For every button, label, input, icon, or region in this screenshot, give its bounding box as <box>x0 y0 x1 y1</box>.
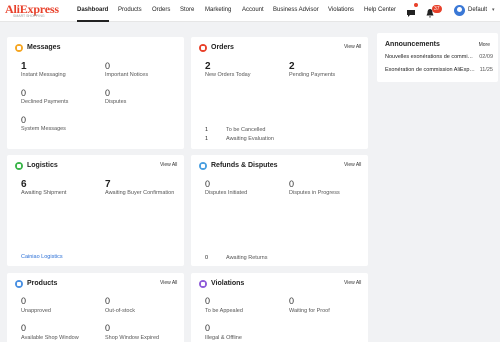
available-shop-window-count[interactable]: 0 <box>21 323 26 333</box>
messages-icon <box>15 44 23 52</box>
awaiting-buyer-confirmation-label: Awaiting Buyer Confirmation <box>105 190 175 196</box>
to-be-cancelled-count[interactable]: 1 <box>205 127 208 133</box>
violations-title: Violations <box>211 280 245 287</box>
logistics-view-all-link[interactable]: View All <box>160 162 177 168</box>
nav-products[interactable]: Products <box>118 7 142 13</box>
system-messages-label: System Messages <box>21 126 66 132</box>
awaiting-shipment-count[interactable]: 6 <box>21 179 27 190</box>
refunds-icon <box>199 162 207 170</box>
unapproved-label: Unapproved <box>21 308 51 314</box>
available-shop-window-label: Available Shop Window <box>21 335 79 341</box>
products-icon <box>15 280 23 288</box>
to-be-cancelled-label: To be Cancelled <box>226 127 266 133</box>
nav-help-center[interactable]: Help Center <box>364 7 396 13</box>
logistics-card: Logistics View All 6 Awaiting Shipment 7… <box>7 155 184 266</box>
cainiao-logistics-link[interactable]: Cainiao Logistics <box>21 254 63 260</box>
disputes-count[interactable]: 0 <box>105 88 110 98</box>
awaiting-evaluation-label: Awaiting Evaluation <box>226 136 274 142</box>
nav-violations[interactable]: Violations <box>328 7 354 13</box>
active-tab-indicator <box>77 20 109 22</box>
announcements-title: Announcements <box>385 41 440 48</box>
out-of-stock-count[interactable]: 0 <box>105 296 110 306</box>
announcement-date: 02/09 <box>479 54 493 60</box>
announcements-card: Announcements More Nouvelles exonération… <box>377 33 498 82</box>
to-be-appealed-label: To be Appealed <box>205 308 243 314</box>
pending-payments-count[interactable]: 2 <box>289 61 295 72</box>
disputes-initiated-label: Disputes Initiated <box>205 190 248 196</box>
out-of-stock-label: Out-of-stock <box>105 308 135 314</box>
brand-subtitle: SMART SHOPPING <box>13 14 45 18</box>
system-messages-count[interactable]: 0 <box>21 115 26 125</box>
disputes-initiated-count[interactable]: 0 <box>205 179 210 189</box>
declined-payments-label: Declined Payments <box>21 99 69 105</box>
messages-chat-icon[interactable] <box>406 3 418 17</box>
awaiting-evaluation-count[interactable]: 1 <box>205 136 208 142</box>
chevron-down-icon: ▾ <box>492 7 495 13</box>
important-notices-count[interactable]: 0 <box>105 61 110 71</box>
avatar <box>454 5 465 16</box>
waiting-for-proof-label: Waiting for Proof <box>289 308 330 314</box>
products-view-all-link[interactable]: View All <box>160 280 177 286</box>
logistics-title: Logistics <box>27 162 58 169</box>
violations-card: Violations View All 0 To be Appealed 0 W… <box>191 273 368 342</box>
waiting-for-proof-count[interactable]: 0 <box>289 296 294 306</box>
illegal-offline-count[interactable]: 0 <box>205 323 210 333</box>
pending-payments-label: Pending Payments <box>289 72 336 78</box>
shop-window-expired-count[interactable]: 0 <box>105 323 110 333</box>
nav-orders[interactable]: Orders <box>152 7 170 13</box>
announcement-text: Exonération de commission AliExpress <box>385 67 475 73</box>
announcement-text: Nouvelles exonérations de commission <box>385 54 475 60</box>
nav-dashboard[interactable]: Dashboard <box>77 7 108 13</box>
refunds-title: Refunds & Disputes <box>211 162 278 169</box>
instant-messaging-label: Instant Messaging <box>21 72 66 78</box>
awaiting-returns-label: Awaiting Returns <box>226 255 268 261</box>
products-card: Products View All 0 Unapproved 0 Out-of-… <box>7 273 184 342</box>
nav-business-advisor[interactable]: Business Advisor <box>273 7 319 13</box>
logistics-icon <box>15 162 23 170</box>
orders-title: Orders <box>211 44 234 51</box>
important-notices-label: Important Notices <box>105 72 149 78</box>
refunds-view-all-link[interactable]: View All <box>344 162 361 168</box>
orders-card: Orders View All 2 New Orders Today 2 Pen… <box>191 37 368 149</box>
products-title: Products <box>27 280 58 287</box>
nav-store[interactable]: Store <box>180 7 194 13</box>
user-name: Default <box>468 7 488 13</box>
announcements-more-link[interactable]: More <box>479 42 490 48</box>
illegal-offline-label: Illegal & Offline <box>205 335 242 341</box>
orders-icon <box>199 44 207 52</box>
unread-dot <box>414 3 418 7</box>
announcement-item[interactable]: Exonération de commission AliExpress 11/… <box>385 67 493 75</box>
new-orders-today-label: New Orders Today <box>205 72 251 78</box>
nav-marketing[interactable]: Marketing <box>205 7 231 13</box>
to-be-appealed-count[interactable]: 0 <box>205 296 210 306</box>
refunds-disputes-card: Refunds & Disputes View All 0 Disputes I… <box>191 155 368 266</box>
awaiting-shipment-label: Awaiting Shipment <box>21 190 67 196</box>
messages-card: Messages 1 Instant Messaging 0 Important… <box>7 37 184 149</box>
violations-view-all-link[interactable]: View All <box>344 280 361 286</box>
instant-messaging-count[interactable]: 1 <box>21 61 27 72</box>
announcement-date: 11/25 <box>479 67 493 73</box>
notification-count-badge: 37 <box>432 5 442 13</box>
disputes-in-progress-count[interactable]: 0 <box>289 179 294 189</box>
orders-view-all-link[interactable]: View All <box>344 44 361 50</box>
awaiting-buyer-confirmation-count[interactable]: 7 <box>105 179 111 190</box>
nav-account[interactable]: Account <box>242 7 264 13</box>
declined-payments-count[interactable]: 0 <box>21 88 26 98</box>
shop-window-expired-label: Shop Window Expired <box>105 335 160 341</box>
top-navigation-bar: AliExpress SMART SHOPPING Dashboard Prod… <box>0 0 500 22</box>
aliexpress-logo[interactable]: AliExpress SMART SHOPPING <box>5 2 61 20</box>
announcement-item[interactable]: Nouvelles exonérations de commission 02/… <box>385 54 493 62</box>
messages-title: Messages <box>27 44 61 51</box>
awaiting-returns-count[interactable]: 0 <box>205 255 208 261</box>
unapproved-count[interactable]: 0 <box>21 296 26 306</box>
violations-icon <box>199 280 207 288</box>
user-menu[interactable]: Default ▾ <box>454 4 498 18</box>
new-orders-today-count[interactable]: 2 <box>205 61 211 72</box>
disputes-label: Disputes <box>105 99 127 105</box>
disputes-in-progress-label: Disputes in Progress <box>289 190 340 196</box>
